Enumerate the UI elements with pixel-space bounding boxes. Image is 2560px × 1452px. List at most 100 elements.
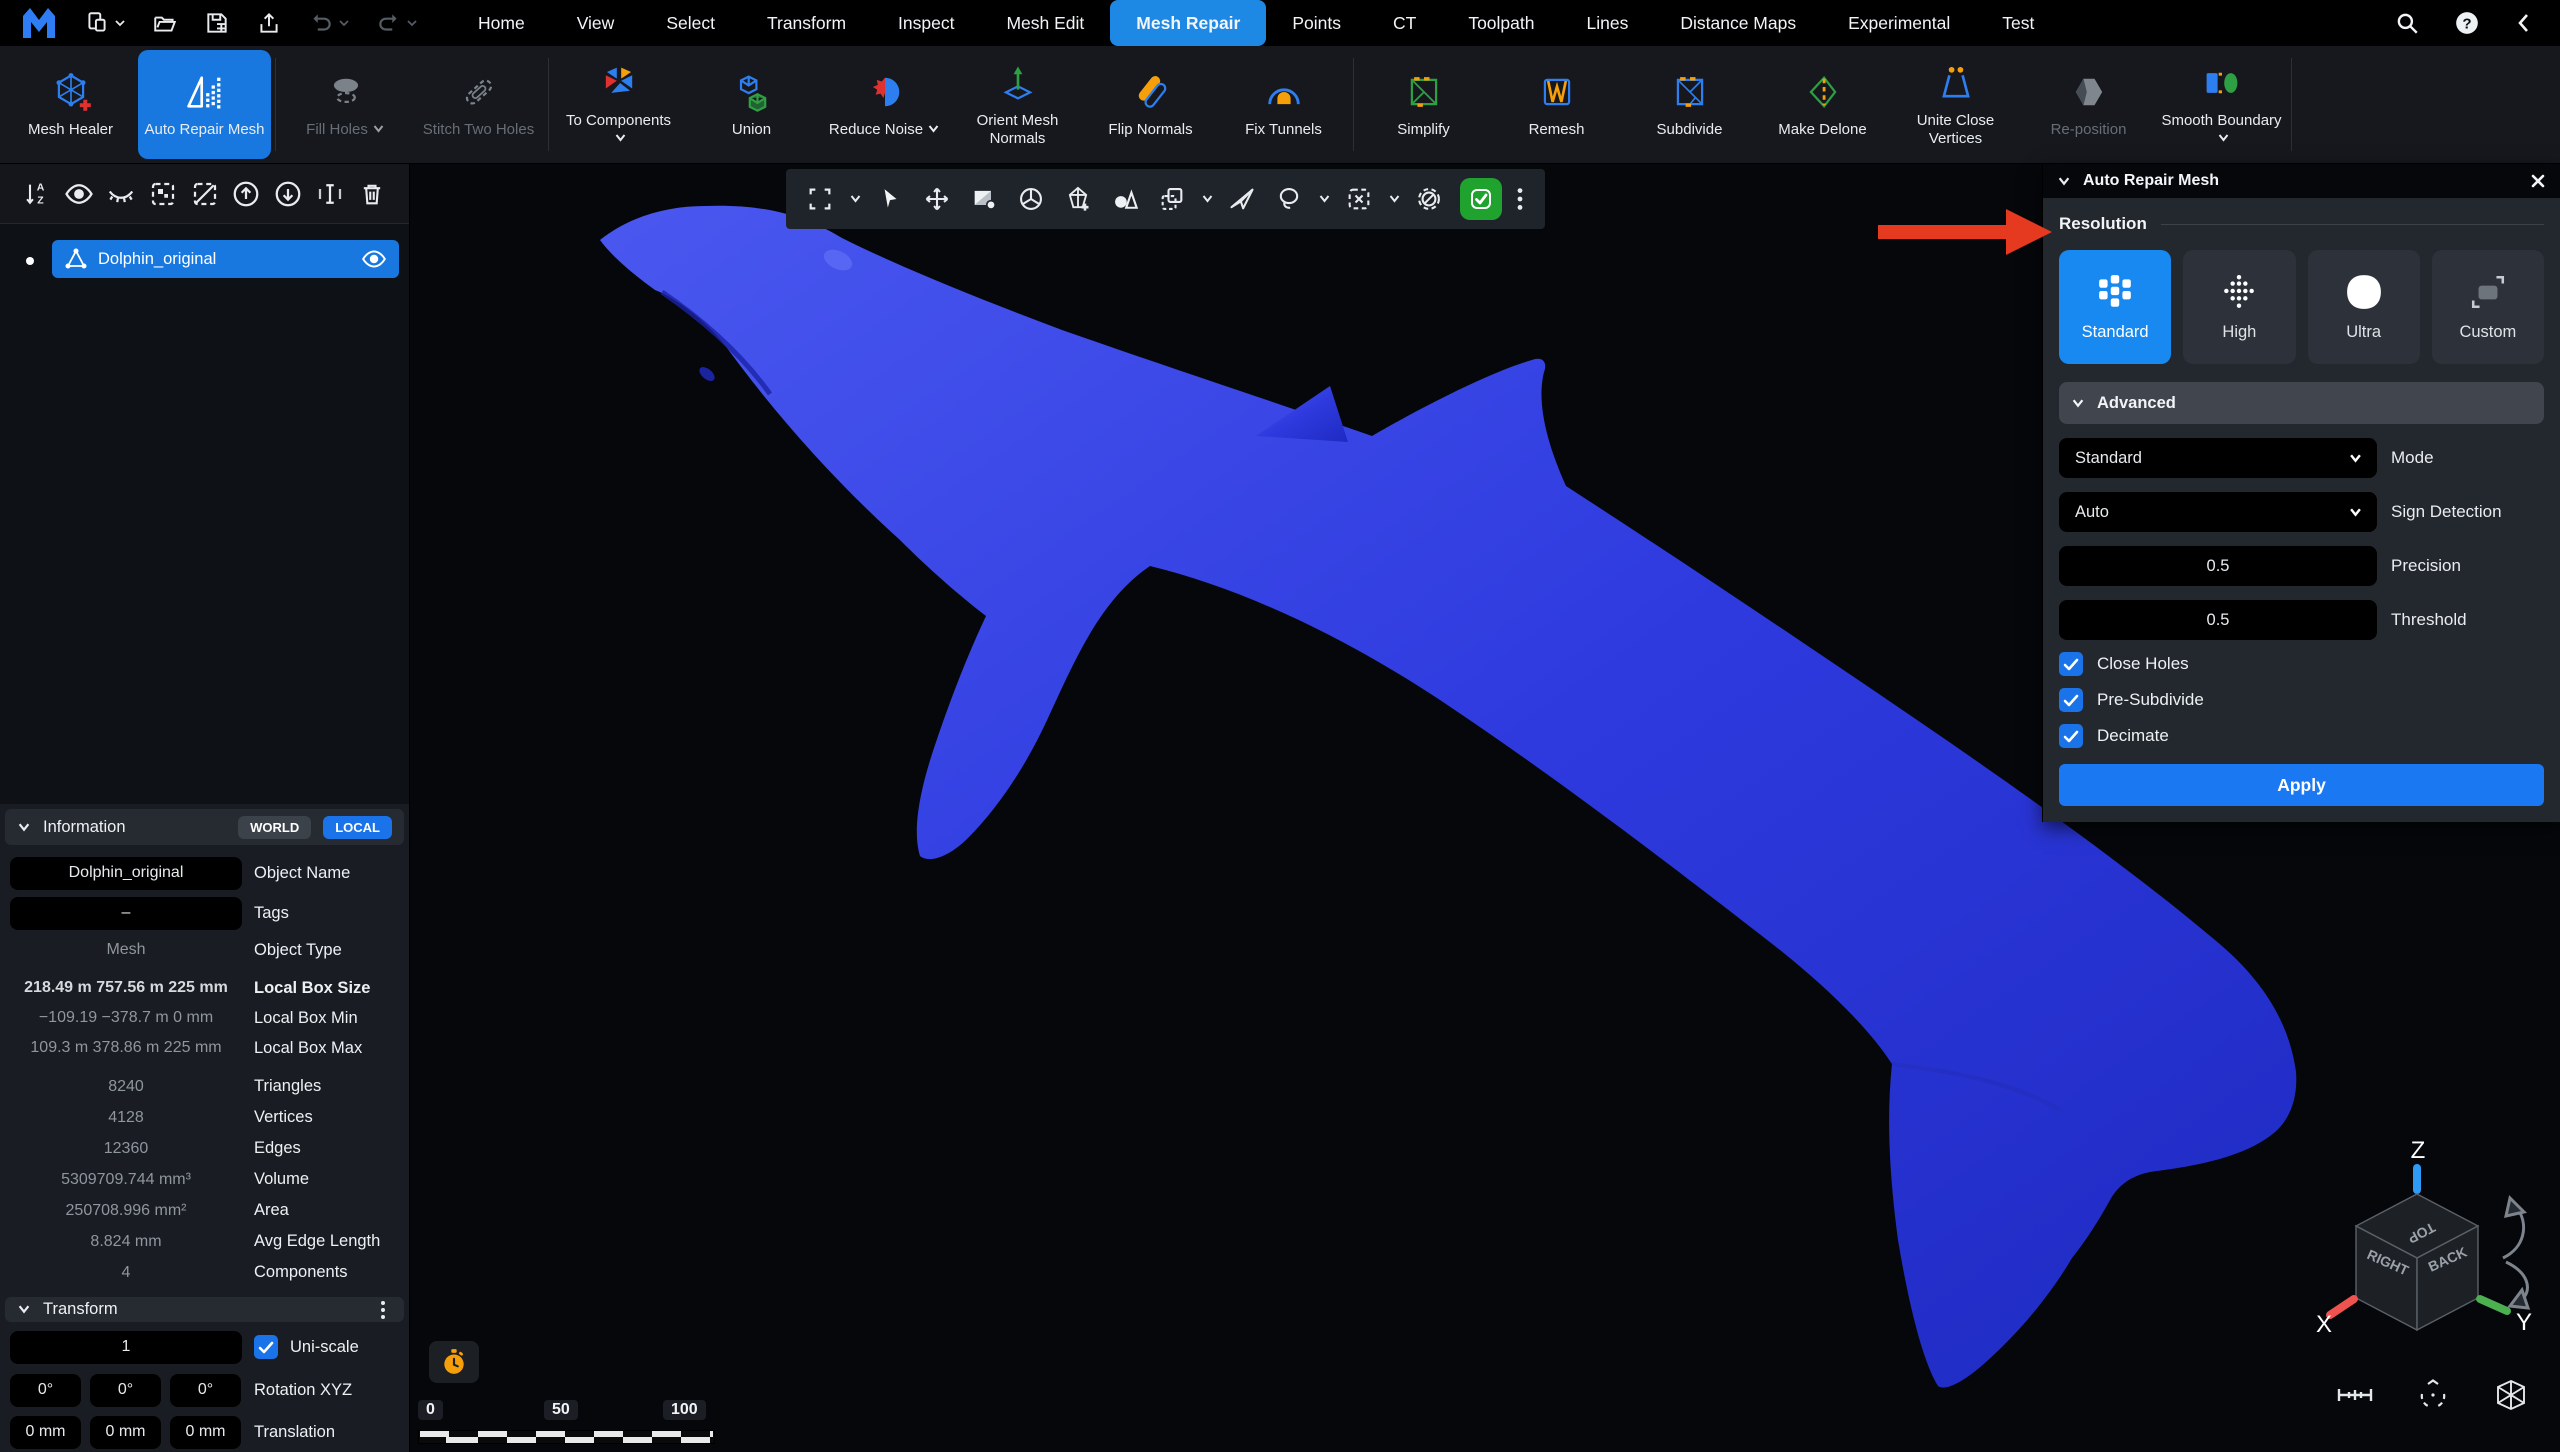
redo-button[interactable] — [376, 10, 418, 36]
hide-all-eye-closed-icon[interactable] — [104, 177, 138, 211]
pre-subdivide-checkbox[interactable] — [2059, 688, 2083, 712]
viewport-settings-icon[interactable] — [964, 179, 1004, 219]
tab-experimental[interactable]: Experimental — [1822, 0, 1976, 46]
translation-y-field[interactable]: 0 mm — [90, 1416, 161, 1449]
tab-ct[interactable]: CT — [1367, 0, 1442, 46]
ribbon-item-auto-repair-mesh[interactable]: Auto Repair Mesh — [138, 50, 271, 159]
tags-field[interactable]: – — [10, 897, 242, 930]
focus-icon[interactable] — [2414, 1376, 2452, 1414]
navigation-cube[interactable]: Z TOP RIGHT BACK X Y — [2300, 1130, 2550, 1360]
select-cursor-icon[interactable] — [870, 179, 910, 219]
tab-toolpath[interactable]: Toolpath — [1442, 0, 1560, 46]
rotate-view-arrows[interactable] — [2503, 1198, 2528, 1308]
rotation-z-field[interactable]: 0° — [170, 1374, 241, 1407]
tool-panel-header[interactable]: Auto Repair Mesh — [2043, 164, 2560, 198]
tab-points[interactable]: Points — [1266, 0, 1367, 46]
confirm-selection-button[interactable] — [1460, 178, 1502, 220]
export-button[interactable] — [256, 10, 282, 36]
search-icon[interactable] — [2394, 10, 2420, 36]
scale-field[interactable]: 1 — [10, 1331, 242, 1364]
chevron-down-icon[interactable] — [1316, 194, 1332, 204]
uni-scale-checkbox[interactable] — [254, 1335, 278, 1359]
ribbon-item-union[interactable]: Union — [685, 46, 818, 163]
collapse-panel-icon[interactable] — [2514, 12, 2534, 34]
chevron-down-icon[interactable] — [847, 194, 863, 204]
kebab-menu-icon[interactable] — [374, 1300, 392, 1320]
timer-button[interactable] — [429, 1341, 479, 1383]
local-toggle-button[interactable]: LOCAL — [323, 816, 392, 839]
app-logo-icon[interactable] — [20, 6, 58, 40]
duplicate-icon[interactable] — [1152, 179, 1192, 219]
ribbon-item-mesh-healer[interactable]: Mesh Healer — [4, 46, 137, 163]
show-all-eye-icon[interactable] — [62, 177, 96, 211]
select-all-icon[interactable] — [146, 177, 180, 211]
delete-trash-icon[interactable] — [355, 177, 389, 211]
lasso-select-icon[interactable] — [1269, 179, 1309, 219]
ribbon-item-simplify[interactable]: Simplify — [1357, 46, 1490, 163]
bounding-box-icon[interactable] — [2492, 1376, 2530, 1414]
ribbon-item-flip-normals[interactable]: Flip Normals — [1084, 46, 1217, 163]
ribbon-item-stitch-two-holes[interactable]: Stitch Two Holes — [412, 46, 545, 163]
object-name-field[interactable]: Dolphin_original — [10, 857, 242, 890]
fit-view-icon[interactable] — [800, 179, 840, 219]
move-up-icon[interactable] — [229, 177, 263, 211]
deselect-icon[interactable] — [1339, 179, 1379, 219]
chevron-down-icon[interactable] — [1199, 194, 1215, 204]
visibility-eye-icon[interactable] — [361, 246, 387, 272]
transform-panel-header[interactable]: Transform — [5, 1297, 404, 1322]
open-file-button[interactable] — [152, 10, 178, 36]
close-holes-checkbox[interactable] — [2059, 652, 2083, 676]
move-icon[interactable] — [917, 179, 957, 219]
tab-select[interactable]: Select — [640, 0, 741, 46]
tab-home[interactable]: Home — [452, 0, 551, 46]
close-icon[interactable] — [2530, 173, 2546, 189]
tab-lines[interactable]: Lines — [1561, 0, 1655, 46]
ribbon-item-orient-mesh-normals[interactable]: Orient Mesh Normals — [951, 46, 1084, 163]
undo-button[interactable] — [308, 10, 350, 36]
mode-select[interactable]: Standard — [2059, 438, 2377, 478]
tab-mesh-edit[interactable]: Mesh Edit — [980, 0, 1110, 46]
tab-distance-maps[interactable]: Distance Maps — [1654, 0, 1822, 46]
shading-icon[interactable] — [1105, 179, 1145, 219]
help-icon[interactable]: ? — [2454, 10, 2480, 36]
translation-x-field[interactable]: 0 mm — [10, 1416, 81, 1449]
world-toggle-button[interactable]: WORLD — [238, 816, 311, 839]
sign-detection-select[interactable]: Auto — [2059, 492, 2377, 532]
add-selection-icon[interactable] — [1058, 179, 1098, 219]
tab-inspect[interactable]: Inspect — [872, 0, 980, 46]
ribbon-item-subdivide[interactable]: Subdivide — [1623, 46, 1756, 163]
rename-icon[interactable] — [313, 177, 347, 211]
move-down-icon[interactable] — [271, 177, 305, 211]
ribbon-item-remesh[interactable]: Remesh — [1490, 46, 1623, 163]
deselect-all-icon[interactable] — [188, 177, 222, 211]
ribbon-item-fix-tunnels[interactable]: Fix Tunnels — [1217, 46, 1350, 163]
orbit-icon[interactable] — [1011, 179, 1051, 219]
ribbon-item-to-components[interactable]: To Components — [552, 46, 685, 163]
new-project-button[interactable] — [84, 10, 126, 36]
rotation-x-field[interactable]: 0° — [10, 1374, 81, 1407]
information-panel-header[interactable]: Information WORLD LOCAL — [5, 809, 404, 845]
ribbon-item-unite-close-vertices[interactable]: Unite Close Vertices — [1889, 46, 2022, 163]
ignore-backfaces-icon[interactable] — [1409, 179, 1449, 219]
chevron-down-icon[interactable] — [1386, 194, 1402, 204]
sort-az-icon[interactable]: A Z — [20, 177, 54, 211]
decimate-checkbox[interactable] — [2059, 724, 2083, 748]
resolution-option-custom[interactable]: Custom — [2432, 250, 2544, 364]
apply-button[interactable]: Apply — [2059, 764, 2544, 806]
advanced-section-header[interactable]: Advanced — [2059, 382, 2544, 424]
ribbon-item-smooth-boundary[interactable]: Smooth Boundary — [2155, 46, 2288, 163]
more-options-kebab-icon[interactable] — [1509, 179, 1531, 219]
save-scene-button[interactable] — [204, 10, 230, 36]
ribbon-item-make-delone[interactable]: Make Delone — [1756, 46, 1889, 163]
resolution-option-high[interactable]: High — [2183, 250, 2295, 364]
tab-view[interactable]: View — [551, 0, 641, 46]
ribbon-item-re-position[interactable]: Re-position — [2022, 46, 2155, 163]
ribbon-item-fill-holes[interactable]: Fill Holes — [279, 46, 412, 163]
tab-test[interactable]: Test — [1976, 0, 2060, 46]
translation-z-field[interactable]: 0 mm — [170, 1416, 241, 1449]
tree-item-dolphin[interactable]: Dolphin_original — [52, 240, 399, 278]
tab-mesh-repair[interactable]: Mesh Repair — [1110, 0, 1266, 46]
threshold-field[interactable]: 0.5 — [2059, 600, 2377, 640]
ribbon-item-reduce-noise[interactable]: Reduce Noise — [818, 46, 951, 163]
rotation-y-field[interactable]: 0° — [90, 1374, 161, 1407]
